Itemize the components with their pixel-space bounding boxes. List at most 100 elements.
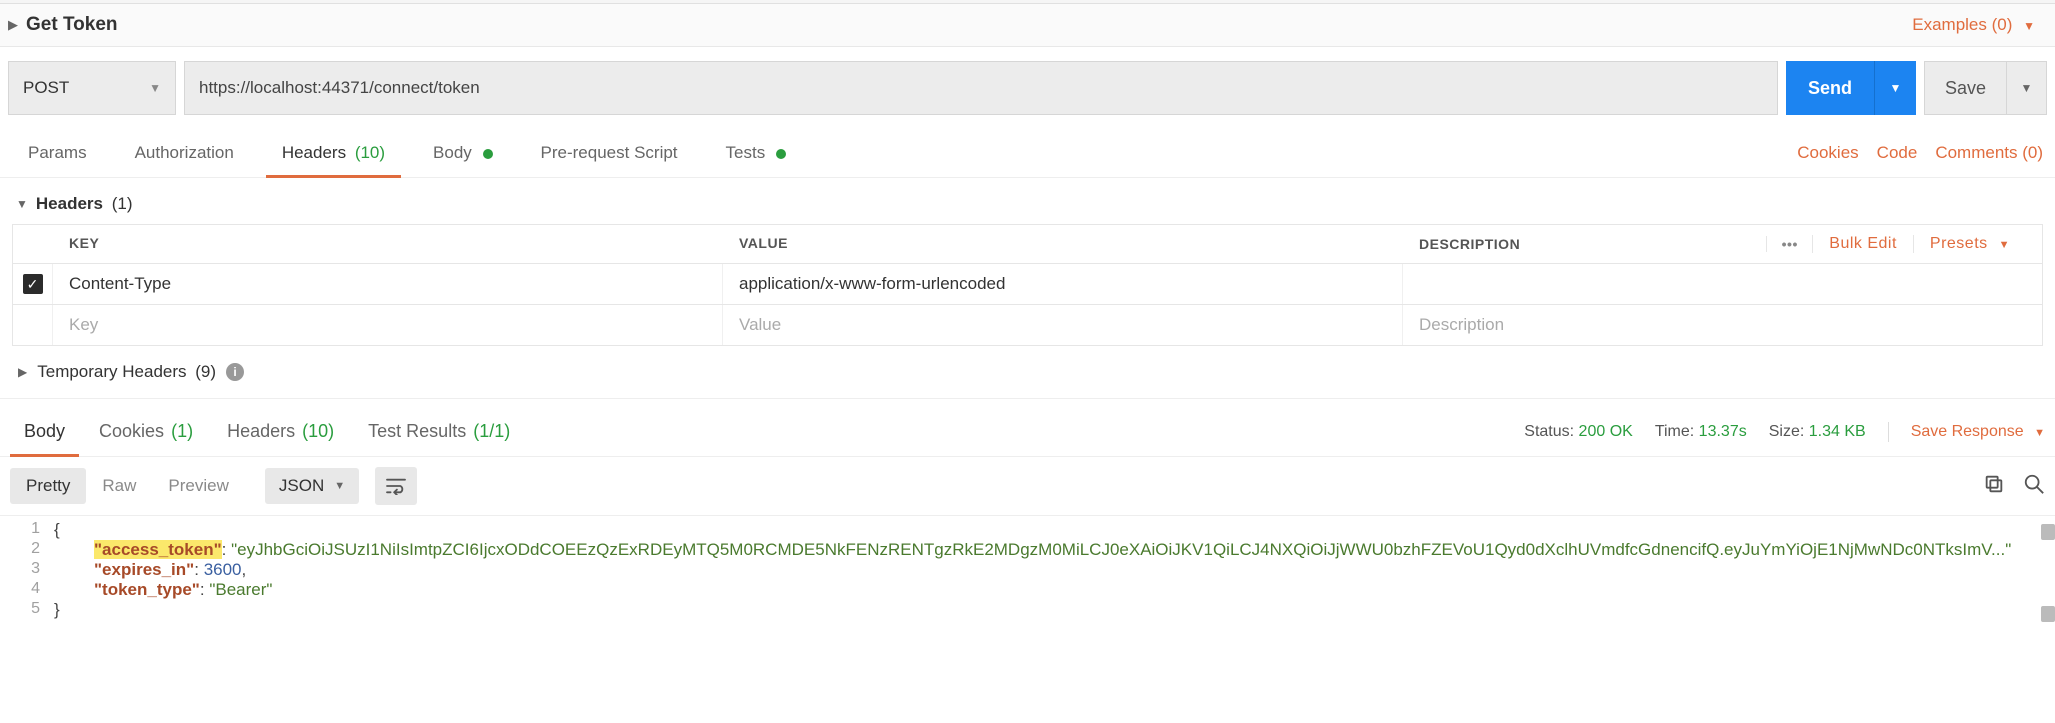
request-right-links: Cookies Code Comments (0) [1797, 143, 2043, 163]
tab-body-label: Body [433, 143, 472, 162]
col-value-header: VALUE [723, 225, 1403, 263]
presets-label: Presets [1930, 235, 1988, 252]
resp-tab-headers[interactable]: Headers (10) [213, 407, 348, 456]
triangle-down-icon: ▼ [16, 197, 28, 211]
temp-headers-count: (9) [195, 362, 216, 382]
collapse-triangle-icon[interactable]: ▶ [8, 17, 18, 33]
tab-authorization[interactable]: Authorization [119, 129, 250, 177]
json-string: "eyJhbGciOiJSUzI1NiIsImtpZCI6IjcxODdCOEE… [231, 540, 2011, 559]
request-builder-row: POST ▼ Send ▼ Save ▼ [0, 47, 2055, 129]
resp-tab-tests[interactable]: Test Results (1/1) [354, 407, 524, 456]
resp-cookies-count: (1) [171, 421, 193, 441]
green-dot-icon [776, 149, 786, 159]
caret-down-icon: ▼ [2023, 19, 2035, 33]
green-dot-icon [483, 149, 493, 159]
send-button[interactable]: Send [1786, 61, 1874, 115]
save-response-label: Save Response [1911, 423, 2024, 440]
vertical-scrollbar[interactable] [2039, 516, 2055, 630]
view-pretty[interactable]: Pretty [10, 468, 86, 504]
request-name: Get Token [26, 14, 118, 36]
size-label: Size: [1769, 423, 1805, 440]
code-text: { [54, 520, 60, 539]
examples-label: Examples (0) [1912, 15, 2012, 34]
save-button-group: Save ▼ [1924, 61, 2047, 115]
resp-cookies-label: Cookies [99, 421, 164, 441]
tab-headers-label: Headers [282, 143, 346, 162]
line-wrap-button[interactable] [375, 467, 417, 505]
new-value-input[interactable] [739, 315, 1386, 335]
temp-headers-label: Temporary Headers [37, 362, 186, 382]
resp-tests-count: (1/1) [473, 421, 510, 441]
tab-pre-request[interactable]: Pre-request Script [525, 129, 694, 177]
col-key-header: KEY [53, 225, 723, 263]
examples-dropdown[interactable]: Examples (0) ▼ [1912, 15, 2035, 35]
caret-down-icon: ▼ [149, 81, 161, 95]
checkbox-checked-icon[interactable]: ✓ [23, 274, 43, 294]
resp-tests-label: Test Results [368, 421, 466, 441]
scrollbar-thumb[interactable] [2041, 606, 2055, 622]
triangle-right-icon: ▶ [18, 365, 27, 379]
url-input-wrap[interactable] [184, 61, 1778, 115]
tab-headers[interactable]: Headers (10) [266, 129, 401, 177]
table-row[interactable]: ✓ Content-Type application/x-www-form-ur… [13, 264, 2042, 305]
size-value: 1.34 KB [1809, 423, 1866, 440]
json-number: 3600 [204, 560, 242, 579]
response-meta: Status: 200 OK Time: 13.37s Size: 1.34 K… [1524, 422, 2045, 442]
resp-tab-cookies[interactable]: Cookies (1) [85, 407, 207, 456]
code-link[interactable]: Code [1877, 143, 1918, 163]
tab-body[interactable]: Body [417, 129, 508, 177]
caret-down-icon: ▼ [2034, 427, 2045, 439]
header-value-cell[interactable]: application/x-www-form-urlencoded [723, 264, 1403, 304]
temporary-headers-toggle[interactable]: ▶ Temporary Headers (9) i [0, 346, 2055, 399]
presets-dropdown[interactable]: Presets ▼ [1913, 235, 2026, 253]
status-group: Status: 200 OK [1524, 423, 1633, 441]
scrollbar-thumb[interactable] [2041, 524, 2055, 540]
save-dropdown[interactable]: ▼ [2006, 62, 2046, 114]
new-desc-input[interactable] [1419, 315, 2026, 335]
view-preview[interactable]: Preview [152, 468, 244, 504]
json-key: "token_type" [94, 580, 200, 599]
response-body-viewer[interactable]: 1{ 2"access_token": "eyJhbGciOiJSUzI1NiI… [0, 515, 2055, 630]
comments-link[interactable]: Comments (0) [1935, 143, 2043, 163]
tab-tests[interactable]: Tests [710, 129, 802, 177]
resp-headers-count: (10) [302, 421, 334, 441]
copy-icon[interactable] [1983, 473, 2005, 500]
more-options-icon[interactable]: ••• [1766, 236, 1812, 252]
header-key-cell[interactable]: Content-Type [53, 264, 723, 304]
col-desc-header: DESCRIPTION [1419, 236, 1766, 252]
json-string: "Bearer" [209, 580, 272, 599]
format-value: JSON [279, 476, 324, 496]
caret-down-icon: ▼ [334, 480, 345, 492]
row-checkbox-cell[interactable]: ✓ [13, 264, 53, 304]
http-method-select[interactable]: POST ▼ [8, 61, 176, 115]
tab-tests-label: Tests [726, 143, 766, 162]
info-icon[interactable]: i [226, 363, 244, 381]
format-select[interactable]: JSON ▼ [265, 468, 359, 504]
headers-title: Headers [36, 194, 103, 214]
new-key-input[interactable] [69, 315, 706, 335]
tab-params[interactable]: Params [12, 129, 103, 177]
time-label: Time: [1655, 423, 1694, 440]
cookies-link[interactable]: Cookies [1797, 143, 1858, 163]
request-tabs: Params Authorization Headers (10) Body P… [0, 129, 2055, 178]
save-button[interactable]: Save [1925, 62, 2006, 114]
headers-table: KEY VALUE DESCRIPTION ••• Bulk Edit Pres… [12, 224, 2043, 346]
resp-tab-body[interactable]: Body [10, 407, 79, 456]
separator [1888, 422, 1889, 442]
search-icon[interactable] [2023, 473, 2045, 500]
headers-table-head: KEY VALUE DESCRIPTION ••• Bulk Edit Pres… [13, 225, 2042, 264]
method-value: POST [23, 78, 69, 98]
json-key-highlight: "access_token" [94, 540, 222, 559]
time-group: Time: 13.37s [1655, 423, 1747, 441]
status-label: Status: [1524, 423, 1574, 440]
header-desc-cell[interactable] [1403, 264, 2042, 304]
save-response-dropdown[interactable]: Save Response ▼ [1911, 423, 2045, 441]
view-mode-tabs: Pretty Raw Preview [10, 468, 245, 504]
view-raw[interactable]: Raw [86, 468, 152, 504]
send-dropdown[interactable]: ▼ [1874, 61, 1916, 115]
headers-toggle[interactable]: ▼ Headers (1) [12, 188, 2043, 224]
status-value: 200 OK [1579, 423, 1633, 440]
url-input[interactable] [199, 62, 1763, 114]
size-group: Size: 1.34 KB [1769, 423, 1866, 441]
bulk-edit-link[interactable]: Bulk Edit [1812, 235, 1913, 253]
